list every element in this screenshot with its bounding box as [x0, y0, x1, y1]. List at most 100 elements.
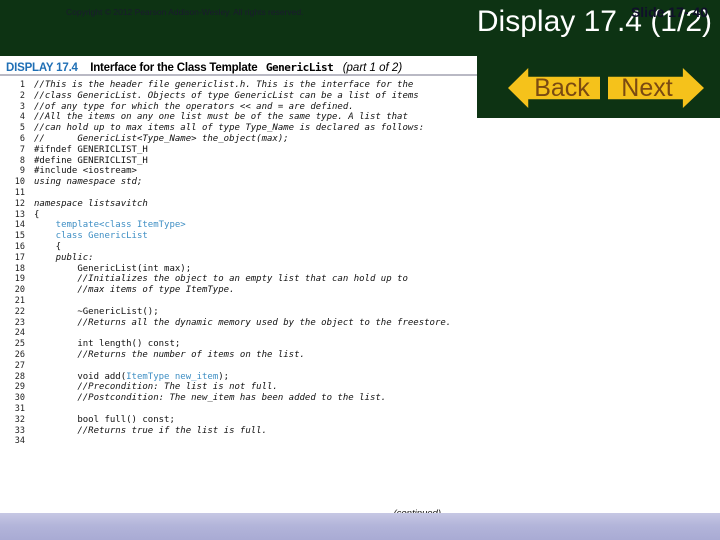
- code-line-text: [34, 436, 477, 447]
- code-line-number: 24: [14, 328, 25, 339]
- code-line: 34: [0, 436, 477, 447]
- code-line-text: void add(ItemType new_item);: [34, 371, 230, 382]
- code-line-number: 28: [14, 371, 25, 382]
- code-line-number: 13: [14, 209, 25, 220]
- code-line: 12 namespace listsavitch: [0, 199, 477, 210]
- code-line-text: using namespace std;: [34, 177, 143, 188]
- code-line: 30 //Postcondition: The new_item has bee…: [0, 393, 477, 404]
- code-line-number: 31: [14, 403, 25, 414]
- code-line-number: 34: [14, 436, 25, 447]
- code-line-number: 15: [14, 231, 25, 242]
- code-line-text: class GenericList: [34, 231, 148, 242]
- code-line: 21: [0, 296, 477, 307]
- code-line-text: [34, 404, 477, 415]
- display-header: DISPLAY 17.4 Interface for the Class Tem…: [0, 56, 477, 76]
- code-line-number: 16: [14, 241, 25, 252]
- next-button[interactable]: Next: [608, 68, 704, 108]
- code-line: 22 ~GenericList();: [0, 307, 477, 318]
- code-line-text: //Returns true if the list is full.: [34, 425, 267, 436]
- code-line-text: [34, 328, 477, 339]
- code-line-text: //max items of type ItemType.: [34, 285, 235, 296]
- code-line-number: 11: [14, 187, 25, 198]
- back-button-label: Back: [534, 73, 590, 102]
- code-line: 32 bool full() const;: [0, 415, 477, 426]
- code-line-text: [34, 296, 477, 307]
- code-line: 17 public:: [0, 253, 477, 264]
- code-line-number: 23: [14, 317, 25, 328]
- footer-bar: [0, 513, 720, 540]
- code-line: 13 {: [0, 210, 477, 221]
- code-listing: 1 //This is the header file genericlist.h…: [0, 76, 477, 447]
- code-line: 28 void add(ItemType new_item);: [0, 372, 477, 383]
- code-line: 11: [0, 188, 477, 199]
- code-line-text: {: [34, 241, 62, 252]
- code-line: 29 //Precondition: The list is not full.: [0, 382, 477, 393]
- code-line: 5 //can hold up to max items all of type …: [0, 123, 477, 134]
- code-line-text: [34, 188, 477, 199]
- code-line-number: 14: [14, 220, 25, 231]
- display-tag: DISPLAY 17.4: [6, 62, 78, 74]
- code-line-text: // GenericList<Type_Name> the_object(max…: [34, 133, 289, 144]
- code-line: 4 //All the items on any one list must be…: [0, 112, 477, 123]
- code-line: 14 template<class ItemType>: [0, 220, 477, 231]
- code-line: 25 int length() const;: [0, 339, 477, 350]
- code-line-number: 1: [19, 80, 25, 90]
- next-button-label: Next: [621, 73, 673, 102]
- code-line-number: 26: [14, 349, 25, 360]
- code-line-text: #include <iostream>: [34, 166, 137, 177]
- navigation-buttons: Back Next: [508, 68, 704, 108]
- code-line-number: 3: [19, 101, 25, 112]
- code-line: 23 //Returns all the dynamic memory used…: [0, 318, 477, 329]
- code-line-text: //Returns the number of items on the lis…: [34, 349, 305, 360]
- code-line-text: //Returns all the dynamic memory used by…: [34, 317, 452, 328]
- code-line: 15 class GenericList: [0, 231, 477, 242]
- code-line-number: 27: [14, 360, 25, 371]
- copyright-text: Copyright © 2012 Pearson Addison-Wesley.…: [66, 7, 304, 17]
- code-line-text: ~GenericList();: [34, 306, 159, 317]
- code-line-number: 12: [14, 198, 25, 209]
- code-line-text: #define GENERICLIST_H: [34, 155, 148, 166]
- code-line-number: 5: [19, 123, 25, 134]
- code-line-number: 9: [19, 166, 25, 177]
- code-line: 1 //This is the header file genericlist.h…: [0, 80, 477, 91]
- code-line-number: 6: [19, 133, 25, 144]
- code-line-text: namespace listsavitch: [34, 198, 148, 209]
- code-line-text: //Precondition: The list is not full.: [34, 382, 278, 393]
- code-line-text: GenericList(int max);: [34, 263, 192, 274]
- display-class-name: GenericList: [265, 61, 334, 74]
- code-line: 31: [0, 404, 477, 415]
- code-line: 20 //max items of type ItemType.: [0, 285, 477, 296]
- code-line-text: template<class ItemType>: [34, 220, 186, 231]
- code-line-text: bool full() const;: [34, 414, 175, 425]
- code-highlight: ItemType new_item: [126, 371, 219, 382]
- code-line-text: public:: [34, 252, 94, 263]
- code-line-text: int length() const;: [34, 339, 181, 350]
- code-line-number: 2: [19, 90, 25, 101]
- code-line-text: //All the items on any one list must be …: [34, 112, 408, 123]
- display-panel: DISPLAY 17.4 Interface for the Class Tem…: [0, 56, 477, 519]
- code-line-number: 22: [14, 306, 25, 317]
- code-line-number: 25: [14, 339, 25, 350]
- display-part-label: (part 1 of 2): [342, 62, 403, 74]
- code-line: 6 // GenericList<Type_Name> the_object(ma…: [0, 134, 477, 145]
- code-line: 2 //class GenericList. Objects of type Ge…: [0, 91, 477, 102]
- code-line: 9 #include <iostream>: [0, 166, 477, 177]
- code-line-number: 17: [14, 252, 25, 263]
- code-line-text: #ifndef GENERICLIST_H: [34, 144, 148, 155]
- code-line-number: 10: [14, 177, 25, 188]
- code-line-text: //of any type for which the operators <<…: [34, 101, 354, 112]
- code-line-number: 4: [19, 112, 25, 123]
- code-line-number: 18: [14, 263, 25, 274]
- code-line: 7 #ifndef GENERICLIST_H: [0, 145, 477, 156]
- code-line: 33 //Returns true if the list is full.: [0, 426, 477, 437]
- code-line-number: 21: [14, 295, 25, 306]
- back-button[interactable]: Back: [508, 68, 600, 108]
- code-line: 8 #define GENERICLIST_H: [0, 156, 477, 167]
- code-line-number: 8: [19, 155, 25, 166]
- code-line-text: {: [34, 209, 40, 220]
- code-line: 26 //Returns the number of items on the …: [0, 350, 477, 361]
- code-line-text: //can hold up to max items all of type T…: [34, 123, 425, 134]
- code-line-text: //This is the header file genericlist.h.…: [34, 80, 414, 90]
- slide-number: Slide 17- 40: [630, 4, 708, 20]
- code-line-text: [34, 361, 477, 372]
